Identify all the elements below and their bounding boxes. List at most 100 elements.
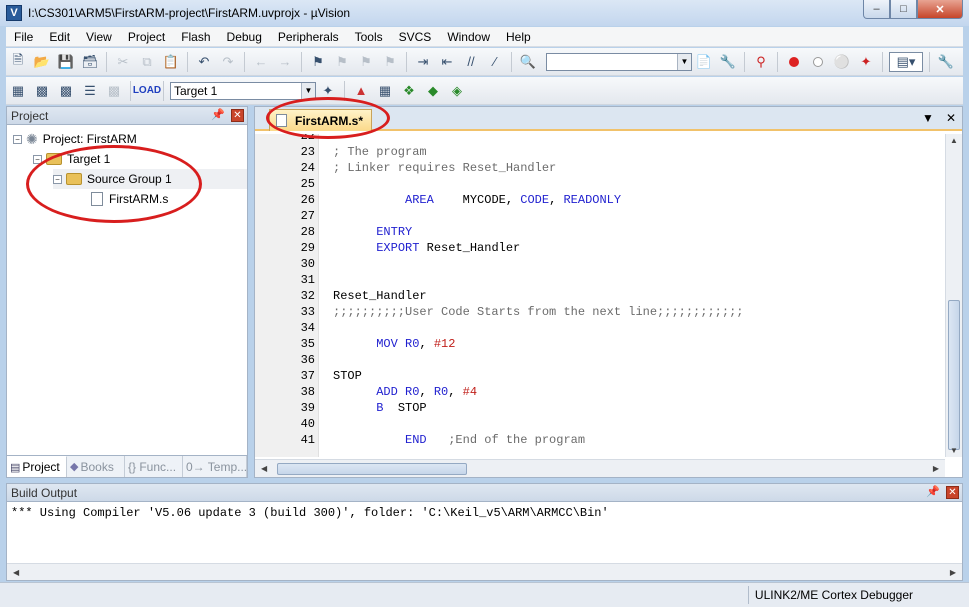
code-line[interactable]: 35 MOV R0, #12 bbox=[255, 336, 456, 352]
code-line[interactable]: 23 ; The program bbox=[255, 144, 427, 160]
code-line[interactable]: 24 ; Linker requires Reset_Handler bbox=[255, 160, 557, 176]
code-line[interactable]: 40 bbox=[255, 416, 315, 432]
incremental-find-icon[interactable]: 🔧 bbox=[718, 52, 738, 72]
save-icon[interactable]: 💾 bbox=[56, 52, 76, 72]
pack-installer-icon[interactable]: ◆ bbox=[423, 81, 443, 101]
chevron-down-icon[interactable]: ▼ bbox=[677, 53, 691, 70]
batch-build-icon[interactable]: ☰ bbox=[80, 81, 100, 101]
scroll-right-icon[interactable]: ▶ bbox=[933, 464, 939, 473]
code-line[interactable]: 37 STOP bbox=[255, 368, 362, 384]
find-in-files-icon[interactable]: 🔍 bbox=[518, 52, 538, 72]
find-icon[interactable]: 📄 bbox=[694, 52, 714, 72]
scroll-right-icon[interactable]: ▶ bbox=[950, 568, 956, 577]
target-select[interactable]: Target 1 ▼ bbox=[170, 81, 316, 100]
insert-breakpoint-icon[interactable] bbox=[784, 52, 804, 72]
code-line[interactable]: 27 bbox=[255, 208, 315, 224]
window-layout-dropdown[interactable]: ▤▾ bbox=[889, 51, 923, 72]
menu-flash[interactable]: Flash bbox=[173, 30, 218, 44]
menu-view[interactable]: View bbox=[78, 30, 120, 44]
pin-icon[interactable]: 📌 bbox=[926, 485, 940, 498]
redo-icon[interactable]: ↷ bbox=[218, 52, 238, 72]
bookmark-next-icon[interactable]: ⚑ bbox=[356, 52, 376, 72]
run-time-environment-icon[interactable]: ▦ bbox=[375, 81, 395, 101]
stop-build-icon[interactable]: ▩ bbox=[104, 81, 124, 101]
pin-icon[interactable]: 📌 bbox=[211, 108, 225, 121]
indent-icon[interactable]: ⇥ bbox=[413, 52, 433, 72]
scroll-left-icon[interactable]: ◀ bbox=[13, 568, 19, 577]
code-line[interactable]: 32 Reset_Handler bbox=[255, 288, 427, 304]
configure-icon[interactable]: 🔧 bbox=[936, 52, 956, 72]
undo-icon[interactable]: ↶ bbox=[194, 52, 214, 72]
tab-project[interactable]: ▤ Project bbox=[7, 456, 67, 477]
uncomment-icon[interactable]: ∕ bbox=[485, 52, 505, 72]
horizontal-scroll-thumb[interactable] bbox=[277, 463, 467, 475]
close-button[interactable]: ✕ bbox=[917, 0, 963, 19]
build-icon[interactable]: ▩ bbox=[32, 81, 52, 101]
collapse-icon[interactable]: − bbox=[13, 134, 22, 144]
scroll-up-icon[interactable]: ▲ bbox=[950, 136, 958, 145]
copy-icon[interactable]: ⧉ bbox=[137, 52, 157, 72]
code-line[interactable]: 34 bbox=[255, 320, 315, 336]
code-line[interactable]: 31 bbox=[255, 272, 315, 288]
menu-edit[interactable]: Edit bbox=[41, 30, 78, 44]
software-components-icon[interactable]: ◈ bbox=[447, 81, 467, 101]
menu-svcs[interactable]: SVCS bbox=[391, 30, 440, 44]
paste-icon[interactable]: 📋 bbox=[161, 52, 181, 72]
close-icon[interactable]: ✕ bbox=[946, 111, 956, 125]
menu-peripherals[interactable]: Peripherals bbox=[270, 30, 347, 44]
scroll-left-icon[interactable]: ◀ bbox=[261, 464, 267, 473]
close-icon[interactable]: ✕ bbox=[946, 486, 959, 499]
tab-templates[interactable]: 0→ Temp... bbox=[183, 456, 247, 477]
code-line[interactable]: 36 bbox=[255, 352, 315, 368]
close-icon[interactable]: ✕ bbox=[231, 109, 244, 122]
bookmark-prev-icon[interactable]: ⚑ bbox=[332, 52, 352, 72]
enable-breakpoint-icon[interactable] bbox=[808, 52, 828, 72]
download-icon[interactable]: LOAD bbox=[133, 81, 161, 101]
chevron-down-icon[interactable]: ▼ bbox=[922, 111, 934, 125]
vertical-scrollbar[interactable]: ▲ ▼ bbox=[945, 134, 962, 457]
find-combo[interactable]: ▼ bbox=[546, 52, 692, 71]
rebuild-icon[interactable]: ▩ bbox=[56, 81, 76, 101]
save-all-icon[interactable]: 🗃 bbox=[80, 52, 100, 72]
bookmark-clear-icon[interactable]: ⚑ bbox=[380, 52, 400, 72]
nav-back-icon[interactable]: ← bbox=[251, 52, 271, 72]
code-line[interactable]: 26 AREA MYCODE, CODE, READONLY bbox=[255, 192, 621, 208]
build-output-scrollbar[interactable]: ◀ ▶ bbox=[7, 563, 962, 580]
code-line[interactable]: 41 END ;End of the program bbox=[255, 432, 585, 448]
menu-debug[interactable]: Debug bbox=[219, 30, 270, 44]
horizontal-scrollbar[interactable]: ◀ ▶ bbox=[255, 459, 945, 477]
debug-session-icon[interactable]: ⚲ bbox=[751, 52, 771, 72]
unindent-icon[interactable]: ⇤ bbox=[437, 52, 457, 72]
menu-help[interactable]: Help bbox=[498, 30, 539, 44]
code-line[interactable]: 30 bbox=[255, 256, 315, 272]
comment-icon[interactable]: // bbox=[461, 52, 481, 72]
tab-books[interactable]: ◆ Books bbox=[67, 456, 125, 477]
scroll-down-icon[interactable]: ▼ bbox=[950, 446, 958, 455]
manage-project-items-icon[interactable]: ▲ bbox=[351, 81, 371, 101]
code-line[interactable]: 39 B STOP bbox=[255, 400, 427, 416]
code-line[interactable]: 25 bbox=[255, 176, 315, 192]
select-packs-icon[interactable]: ❖ bbox=[399, 81, 419, 101]
chevron-down-icon[interactable]: ▼ bbox=[301, 82, 315, 99]
code-editor[interactable]: 22 23; The program 24; Linker requires Res… bbox=[255, 134, 945, 457]
vertical-scroll-thumb[interactable] bbox=[948, 300, 960, 450]
minimize-button[interactable]: – bbox=[863, 0, 890, 19]
tab-functions[interactable]: {} Func... bbox=[125, 456, 183, 477]
code-line[interactable]: 29 EXPORT Reset_Handler bbox=[255, 240, 521, 256]
open-file-icon[interactable]: 📂 bbox=[32, 52, 52, 72]
nav-forward-icon[interactable]: → bbox=[275, 52, 295, 72]
menu-tools[interactable]: Tools bbox=[347, 30, 391, 44]
cut-icon[interactable]: ✂ bbox=[113, 52, 133, 72]
menu-file[interactable]: File bbox=[6, 30, 41, 44]
new-file-icon[interactable]: 🗎 bbox=[8, 52, 28, 72]
maximize-button[interactable]: □ bbox=[890, 0, 917, 19]
translate-icon[interactable]: ▦ bbox=[8, 81, 28, 101]
code-line[interactable]: 38 ADD R0, R0, #4 bbox=[255, 384, 477, 400]
menu-project[interactable]: Project bbox=[120, 30, 173, 44]
code-line[interactable]: 28 ENTRY bbox=[255, 224, 413, 240]
bookmark-icon[interactable]: ⚑ bbox=[308, 52, 328, 72]
disable-breakpoints-icon[interactable]: ⚪ bbox=[832, 52, 852, 72]
kill-breakpoints-icon[interactable]: ✦ bbox=[856, 52, 876, 72]
menu-window[interactable]: Window bbox=[439, 30, 498, 44]
code-line[interactable]: 33 ;;;;;;;;;;User Code Starts from the ne… bbox=[255, 304, 744, 320]
